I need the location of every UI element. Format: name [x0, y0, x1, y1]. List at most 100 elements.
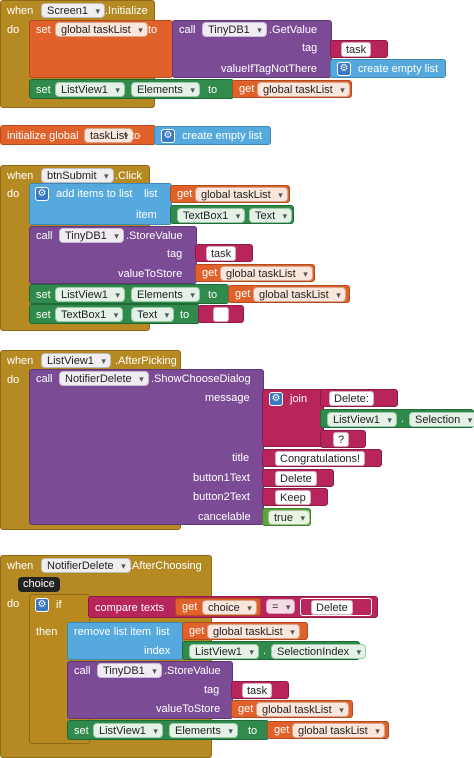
set-global-block[interactable]: set global taskList to: [29, 20, 173, 78]
button1-string-block[interactable]: Delete: [262, 469, 334, 487]
get-var-dropdown[interactable]: global taskList: [257, 82, 350, 97]
remove-list-item-block[interactable]: remove list item list index: [67, 622, 183, 660]
get-global-block[interactable]: get global taskList: [182, 622, 308, 640]
listview-selectionindex-getter-block[interactable]: ListView1 . SelectionIndex: [182, 641, 367, 660]
get-global-block[interactable]: get global taskList: [232, 80, 352, 98]
gear-icon[interactable]: ⚙: [35, 187, 49, 201]
delete-string-value[interactable]: Delete: [311, 600, 353, 615]
title-string-value[interactable]: Congratulations!: [275, 451, 366, 466]
event-name-label: .Initialize: [105, 5, 148, 17]
tinydb-getvalue-block[interactable]: call TinyDB1 .GetValue tag valueIfTagNot…: [172, 20, 332, 78]
gear-icon[interactable]: ⚙: [269, 392, 283, 406]
to-label: to: [131, 130, 141, 142]
set-listview-elements-block[interactable]: set ListView1 Elements to: [29, 79, 234, 99]
component-dropdown-screen1[interactable]: Screen1: [41, 3, 105, 18]
get-global-block[interactable]: get global taskList: [228, 285, 350, 303]
get-var-dropdown[interactable]: global taskList: [253, 287, 346, 302]
selectionindex-property-dropdown[interactable]: SelectionIndex: [271, 644, 367, 659]
gear-icon[interactable]: ⚙: [35, 598, 49, 612]
global-name-field[interactable]: taskList: [84, 128, 134, 143]
get-label: get: [238, 703, 254, 715]
do-label: do: [7, 598, 20, 610]
get-var-dropdown[interactable]: global taskList: [256, 702, 349, 717]
get-label: get: [274, 724, 290, 736]
button2-string-value[interactable]: Keep: [275, 490, 311, 505]
get-global-block[interactable]: get global taskList: [195, 264, 315, 282]
listview-dropdown[interactable]: ListView1: [93, 723, 163, 738]
selection-property-dropdown[interactable]: Selection: [409, 412, 474, 427]
button2-string-block[interactable]: Keep: [262, 488, 328, 506]
global-var-dropdown[interactable]: global taskList: [55, 22, 148, 37]
get-var-dropdown[interactable]: global taskList: [195, 187, 288, 202]
get-var-dropdown[interactable]: global taskList: [207, 624, 300, 639]
textbox-dropdown[interactable]: TextBox1: [177, 208, 246, 223]
get-var-dropdown[interactable]: global taskList: [220, 266, 313, 281]
elements-property-dropdown[interactable]: Elements: [131, 82, 200, 97]
tag-string-block[interactable]: task: [330, 40, 388, 58]
when-label: when: [7, 170, 34, 182]
get-global-block[interactable]: get global taskList: [231, 700, 353, 718]
title-string-block[interactable]: Congratulations!: [262, 449, 382, 467]
tag-string-value[interactable]: task: [242, 683, 273, 698]
add-items-to-list-block[interactable]: ⚙ add items to list list item: [29, 183, 172, 225]
component-dropdown-listview[interactable]: ListView1: [41, 353, 111, 368]
create-empty-list-block[interactable]: ⚙ create empty list: [330, 59, 446, 78]
then-label: then: [36, 626, 58, 638]
choice-parameter[interactable]: choice: [18, 577, 60, 592]
question-mark-string-block[interactable]: ?: [320, 430, 366, 448]
compare-operator-dropdown[interactable]: =: [266, 599, 296, 614]
elements-property-dropdown[interactable]: Elements: [131, 287, 200, 302]
component-dropdown-notifier[interactable]: NotifierDelete: [41, 558, 131, 573]
dot-label: .: [263, 645, 267, 657]
listview-dropdown[interactable]: ListView1: [55, 82, 125, 97]
empty-string-value[interactable]: [213, 307, 229, 322]
tag-string-block[interactable]: task: [231, 681, 289, 699]
gear-icon[interactable]: ⚙: [161, 129, 175, 143]
listview-dropdown[interactable]: ListView1: [55, 287, 125, 302]
textbox-dropdown[interactable]: TextBox1: [55, 307, 124, 322]
button1-string-value[interactable]: Delete: [275, 471, 317, 486]
set-listview-elements-block[interactable]: set ListView1 Elements to: [29, 284, 229, 304]
get-global-block[interactable]: get global taskList: [170, 185, 290, 203]
tag-param-label: tag: [204, 684, 220, 696]
get-choice-dropdown[interactable]: choice: [202, 600, 257, 615]
delete-prefix-string-value[interactable]: Delete:: [329, 391, 374, 406]
listview-selection-getter-block[interactable]: ListView1 . Selection: [320, 409, 474, 428]
tag-string-value[interactable]: task: [341, 42, 372, 57]
notifier-dropdown[interactable]: NotifierDelete: [59, 371, 149, 386]
remove-list-item-label: remove list item: [74, 626, 152, 638]
tinydb-dropdown[interactable]: TinyDB1: [202, 22, 267, 37]
cancelable-param-label: cancelable: [198, 511, 251, 523]
event-name-label: .AfterPicking: [115, 355, 177, 367]
listview-dropdown[interactable]: ListView1: [327, 412, 397, 427]
tinydb-dropdown[interactable]: TinyDB1: [97, 663, 162, 678]
text-property-dropdown[interactable]: Text: [249, 208, 293, 223]
get-var-dropdown[interactable]: global taskList: [292, 723, 385, 738]
tinydb-storevalue-block[interactable]: call TinyDB1 .StoreValue tag valueToStor…: [67, 661, 233, 719]
delete-string-block[interactable]: Delete: [300, 598, 372, 616]
tag-string-value[interactable]: task: [206, 246, 237, 261]
notifier-showchoosedialog-block[interactable]: call NotifierDelete .ShowChooseDialog me…: [29, 369, 264, 525]
component-dropdown-btnsubmit[interactable]: btnSubmit: [41, 168, 114, 183]
textbox-text-getter-block[interactable]: TextBox1 . Text: [170, 205, 294, 224]
question-mark-string-value[interactable]: ?: [333, 432, 350, 447]
tinydb-storevalue-block[interactable]: call TinyDB1 .StoreValue tag valueToStor…: [29, 226, 197, 284]
create-empty-list-block[interactable]: ⚙ create empty list: [154, 126, 271, 145]
boolean-dropdown[interactable]: true: [268, 510, 310, 525]
delete-prefix-string-block[interactable]: Delete:: [320, 389, 398, 407]
gear-icon[interactable]: ⚙: [337, 62, 351, 76]
get-global-block[interactable]: get global taskList: [267, 721, 389, 739]
initialize-global-block[interactable]: initialize global taskList to: [0, 125, 156, 145]
empty-string-block[interactable]: [198, 305, 244, 323]
elements-property-dropdown[interactable]: Elements: [169, 723, 238, 738]
get-choice-block[interactable]: get choice: [175, 598, 261, 616]
true-boolean-block[interactable]: true: [262, 508, 311, 526]
set-listview-elements-block[interactable]: set ListView1 Elements to: [67, 720, 269, 740]
tinydb-dropdown[interactable]: TinyDB1: [59, 228, 124, 243]
text-property-dropdown[interactable]: Text: [131, 307, 175, 322]
tag-string-block[interactable]: task: [195, 244, 253, 262]
join-block[interactable]: ⚙ join: [262, 389, 324, 447]
set-textbox-text-block[interactable]: set TextBox1 Text to: [29, 304, 200, 324]
value-to-store-label: valueToStore: [156, 703, 221, 715]
listview-dropdown[interactable]: ListView1: [189, 644, 259, 659]
